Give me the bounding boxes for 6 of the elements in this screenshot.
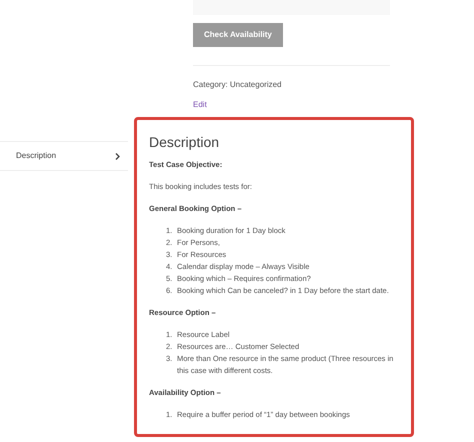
description-tab[interactable]: Description bbox=[0, 141, 128, 171]
category-link[interactable]: Uncategorized bbox=[230, 80, 282, 89]
panel-title: Description bbox=[149, 134, 220, 151]
edit-link[interactable]: Edit bbox=[193, 99, 207, 111]
category-label: Category: bbox=[193, 80, 229, 89]
chevron-right-icon bbox=[115, 152, 120, 160]
